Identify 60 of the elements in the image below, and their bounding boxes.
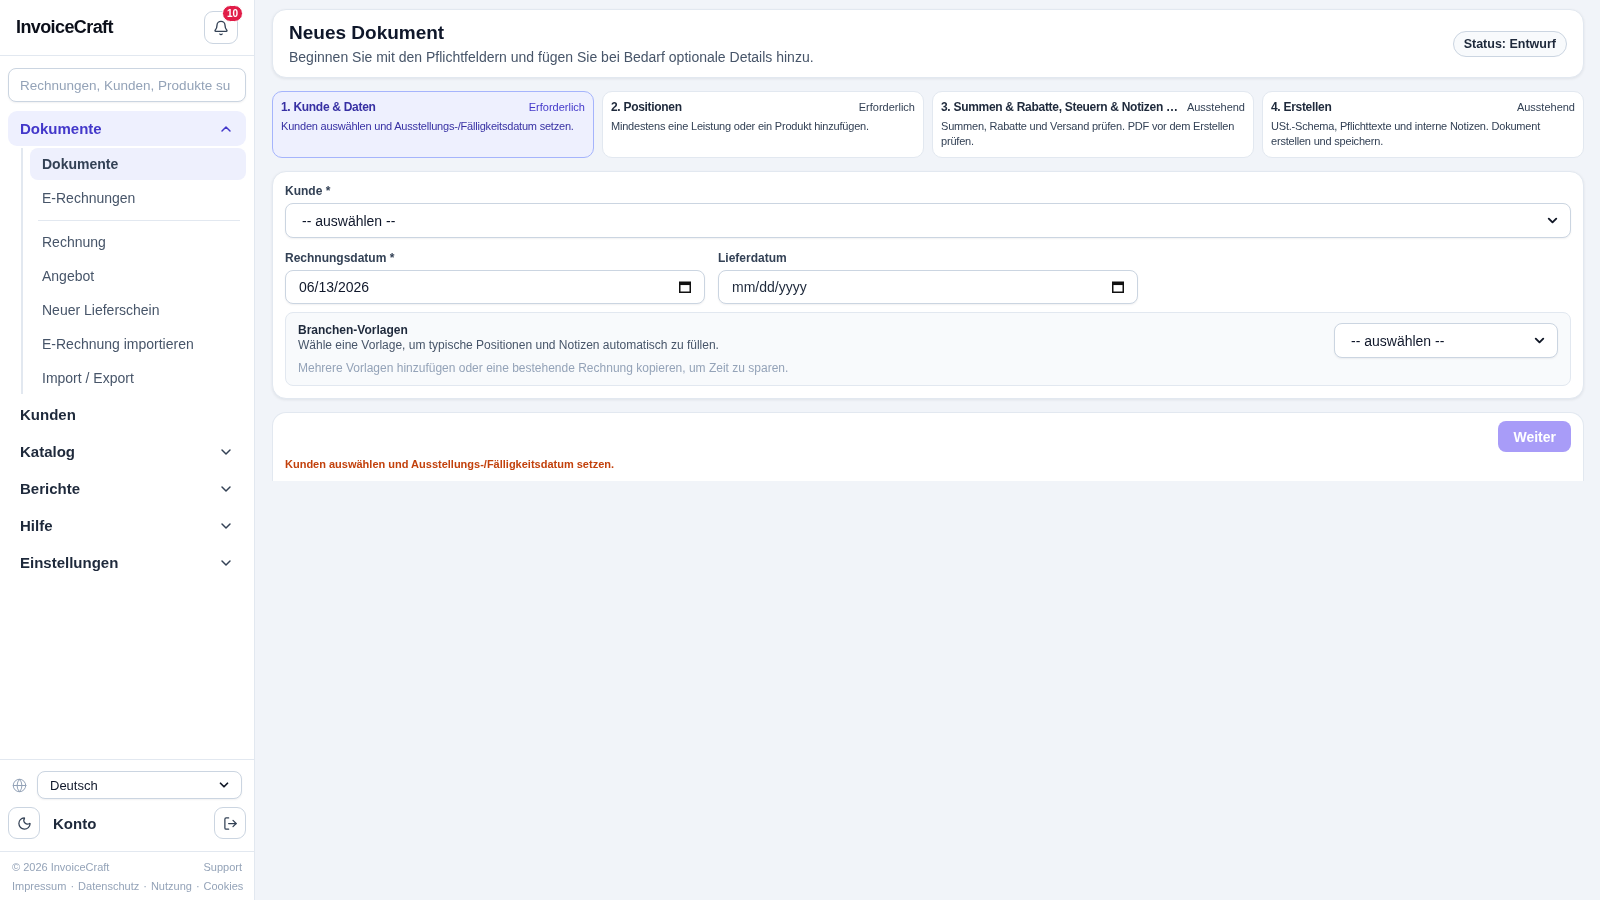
page-subtitle: Beginnen Sie mit den Pflichtfeldern und fügen Sie bei Bedarf optionale Details hinzu. (289, 48, 814, 66)
step-tab[interactable]: 4. Erstellen Ausstehend USt.-Schema, Pflichttexte und interne Notizen. Dokument erstellen und speichern. (1262, 91, 1584, 158)
templates-description: Wähle eine Vorlage, um typische Positionen und Notizen automatisch zu füllen. (298, 338, 720, 353)
step-title: 1. Kunde & Daten (281, 100, 376, 114)
step-description: Summen, Rabatte und Versand prüfen. PDF vor dem Erstellen prüfen. (941, 119, 1236, 149)
sidebar-subitem[interactable]: Angebot (30, 260, 246, 292)
validation-message: Kunden auswählen und Ausstellungs-/Fälligkeitsdatum setzen. (285, 457, 616, 471)
step-tab[interactable]: 3. Summen & Rabatte, Steuern & Notizen … Ausstehend Summen, Rabatte und Versand prüfen. PDF vor dem Erstellen prüfen. (932, 91, 1254, 158)
page-title: Neues Dokument (289, 21, 446, 45)
sidebar-subitem[interactable]: E-Rechnungen (30, 182, 246, 214)
sidebar-group[interactable]: Einstellungen (8, 545, 246, 580)
templates-hint: Mehrere Vorlagen hinzufügen oder eine bestehende Rechnung kopieren, um Zeit zu sparen. (298, 361, 789, 376)
status-pill: Status: Entwurf (1452, 30, 1567, 57)
date-field[interactable]: mm/dd/yyyy (718, 270, 1138, 304)
calendar-icon (679, 281, 691, 293)
search-field[interactable]: Rechnungen, Kunden, Produkte su (8, 68, 246, 102)
step-tab[interactable]: 2. Positionen Erforderlich Mindestens eine Leistung oder ein Produkt hinzufügen. (602, 91, 924, 158)
date-field[interactable]: 06/13/2026 (285, 270, 705, 304)
sidebar-group[interactable]: Dokumente (8, 111, 246, 146)
link-separator: · (195, 879, 200, 894)
logout-icon (222, 815, 238, 831)
moon-icon (16, 815, 32, 831)
app-logo[interactable]: InvoiceCraft (16, 17, 113, 38)
step-title: 3. Summen & Rabatte, Steuern & Notizen … (941, 100, 1178, 114)
step-status: Erforderlich (858, 101, 915, 113)
sidebar-subitem[interactable]: Rechnung (30, 226, 246, 258)
sidebar-subitem[interactable]: Dokumente (30, 148, 246, 180)
templates-title: Branchen-Vorlagen (298, 323, 409, 338)
field-label: Kunde * (285, 184, 332, 199)
field-label: Lieferdatum (718, 251, 788, 266)
step-title: 4. Erstellen (1271, 100, 1332, 114)
account-link[interactable]: Konto (53, 814, 201, 832)
step-tab[interactable]: 1. Kunde & Daten Erforderlich Kunden auswählen und Ausstellungs-/Fälligkeitsdatum setzen. (272, 91, 594, 158)
copyright-text: © 2026 InvoiceCraft (12, 860, 110, 875)
field-label: Rechnungsdatum * (285, 251, 396, 266)
calendar-icon (1112, 281, 1124, 293)
template-select[interactable]: -- auswählen -- (1334, 323, 1558, 358)
link-separator: · (70, 879, 75, 894)
sidebar-subitem[interactable]: Neuer Lieferschein (30, 294, 246, 326)
step-description: Mindestens eine Leistung oder ein Produkt hinzufügen. (611, 119, 870, 134)
step-description: USt.-Schema, Pflichttexte und interne Notizen. Dokument erstellen und speichern. (1271, 119, 1542, 149)
sidebar-item[interactable]: Kunden (8, 396, 246, 432)
sidebar-group[interactable]: Hilfe (8, 508, 246, 543)
theme-toggle-button[interactable] (8, 807, 40, 839)
step-title: 2. Positionen (611, 100, 682, 114)
customer-select[interactable]: -- auswählen -- (285, 203, 1571, 238)
bell-icon (213, 19, 229, 36)
sidebar-subitem[interactable]: Import / Export (30, 362, 246, 394)
notification-count: 10 (221, 5, 243, 22)
step-status: Ausstehend (1186, 101, 1245, 113)
sidebar-group[interactable]: Berichte (8, 471, 246, 506)
globe-icon (12, 777, 27, 793)
step-description: Kunden auswählen und Ausstellungs-/Fälligkeitsdatum setzen. (281, 119, 575, 134)
language-select[interactable]: Deutsch (37, 771, 242, 799)
logout-button[interactable] (214, 807, 246, 839)
step-status: Ausstehend (1516, 101, 1575, 113)
sidebar-subitem[interactable]: E-Rechnung importieren (30, 328, 246, 360)
link-separator: · (143, 879, 147, 894)
sidebar-group[interactable]: Katalog (8, 434, 246, 469)
step-status: Erforderlich (528, 101, 585, 113)
